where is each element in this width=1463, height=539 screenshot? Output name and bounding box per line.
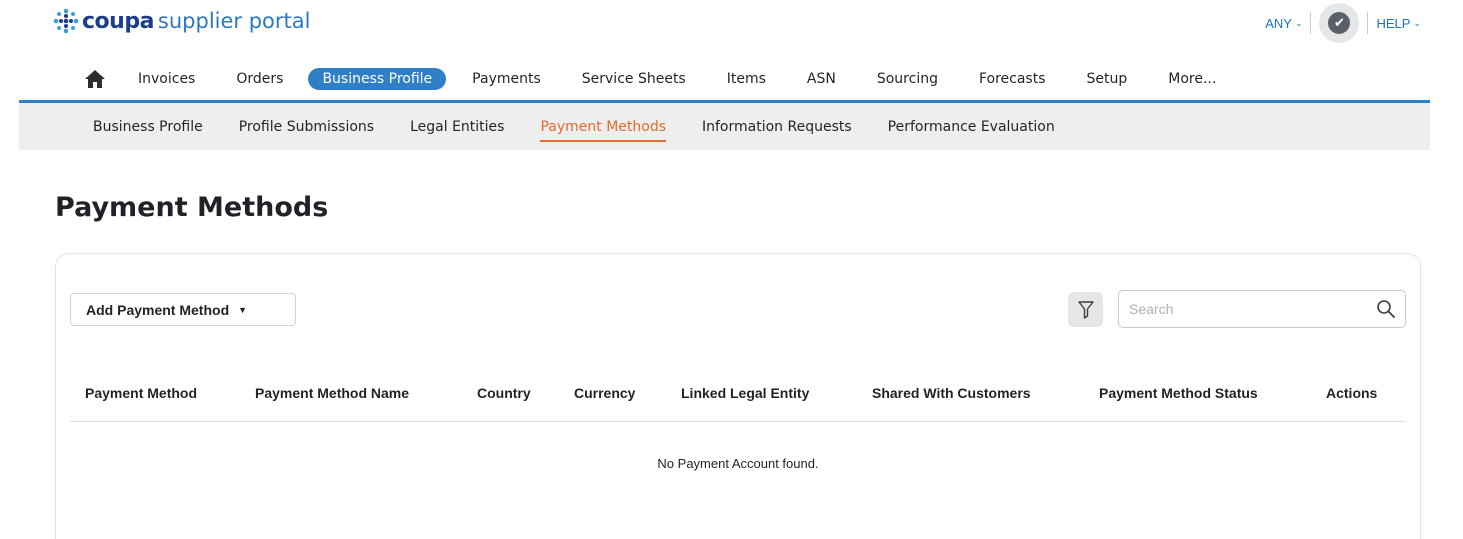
filter-icon	[1077, 300, 1094, 319]
nav-item-more[interactable]: More...	[1168, 71, 1216, 87]
nav-item-invoices[interactable]: Invoices	[138, 71, 195, 87]
column-header-payment-method[interactable]: Payment Method	[85, 385, 197, 401]
help-dropdown[interactable]: HELP ⌄	[1376, 16, 1421, 31]
nav-item-business-profile[interactable]: Business Profile	[308, 68, 447, 90]
top-right-menu: ANY ⌄ ✔ HELP ⌄	[1265, 0, 1421, 46]
notifications-button[interactable]: ✔	[1319, 3, 1360, 43]
table-header: Payment Method Payment Method Name Count…	[70, 376, 1406, 422]
subnav-item-information-requests[interactable]: Information Requests	[702, 119, 852, 135]
payment-methods-card: Add Payment Method ▼ Payment Method Paym…	[55, 253, 1421, 539]
search-box	[1118, 290, 1406, 328]
logo-product-text: supplier portal	[157, 9, 311, 33]
divider	[1310, 12, 1312, 34]
main-nav: Invoices Orders Business Profile Payment…	[0, 60, 1463, 100]
caret-down-icon: ▼	[238, 304, 248, 315]
column-header-currency[interactable]: Currency	[574, 385, 635, 401]
subnav-item-profile-submissions[interactable]: Profile Submissions	[239, 119, 374, 135]
column-header-linked-legal-entity[interactable]: Linked Legal Entity	[681, 385, 809, 401]
filter-button[interactable]	[1068, 292, 1103, 327]
subnav-item-payment-methods[interactable]: Payment Methods	[540, 119, 666, 142]
coupa-snowflake-icon	[53, 8, 79, 34]
nav-item-service-sheets[interactable]: Service Sheets	[582, 71, 686, 87]
any-label: ANY	[1265, 15, 1292, 31]
empty-table-message: No Payment Account found.	[657, 456, 819, 471]
home-icon[interactable]	[84, 68, 106, 90]
nav-item-items[interactable]: Items	[727, 71, 766, 87]
chevron-down-icon: ⌄	[1413, 17, 1421, 28]
subnav-item-legal-entities[interactable]: Legal Entities	[410, 119, 504, 135]
subnav-item-performance-evaluation[interactable]: Performance Evaluation	[888, 119, 1055, 135]
column-header-payment-method-status[interactable]: Payment Method Status	[1099, 385, 1258, 401]
column-header-country[interactable]: Country	[477, 385, 531, 401]
search-input[interactable]	[1119, 291, 1369, 327]
search-icon[interactable]	[1376, 299, 1396, 319]
nav-item-orders[interactable]: Orders	[236, 71, 283, 87]
add-payment-method-button[interactable]: Add Payment Method ▼	[70, 293, 296, 326]
nav-item-setup[interactable]: Setup	[1087, 71, 1128, 87]
payment-methods-table: Payment Method Payment Method Name Count…	[70, 376, 1406, 471]
nav-item-payments[interactable]: Payments	[472, 71, 541, 87]
sub-nav: Business Profile Profile Submissions Leg…	[19, 103, 1430, 150]
check-circle-icon: ✔	[1328, 12, 1351, 34]
column-header-payment-method-name[interactable]: Payment Method Name	[255, 385, 409, 401]
page-title: Payment Methods	[55, 192, 329, 223]
logo-brand-text: coupa	[82, 8, 154, 34]
coupa-logo[interactable]: coupa supplier portal	[52, 7, 310, 35]
add-payment-method-label: Add Payment Method	[86, 301, 230, 318]
nav-item-sourcing[interactable]: Sourcing	[877, 71, 938, 87]
divider	[1367, 12, 1369, 34]
column-header-actions: Actions	[1326, 385, 1378, 401]
top-bar: coupa supplier portal ANY ⌄ ✔ HELP ⌄	[0, 0, 1463, 50]
nav-item-forecasts[interactable]: Forecasts	[979, 71, 1046, 87]
nav-item-asn[interactable]: ASN	[807, 71, 836, 87]
any-dropdown[interactable]: ANY ⌄	[1265, 16, 1302, 31]
column-header-shared-with-customers[interactable]: Shared With Customers	[872, 385, 1031, 401]
chevron-down-icon: ⌄	[1294, 17, 1303, 28]
help-label: HELP	[1376, 15, 1411, 31]
subnav-item-business-profile[interactable]: Business Profile	[93, 119, 203, 135]
